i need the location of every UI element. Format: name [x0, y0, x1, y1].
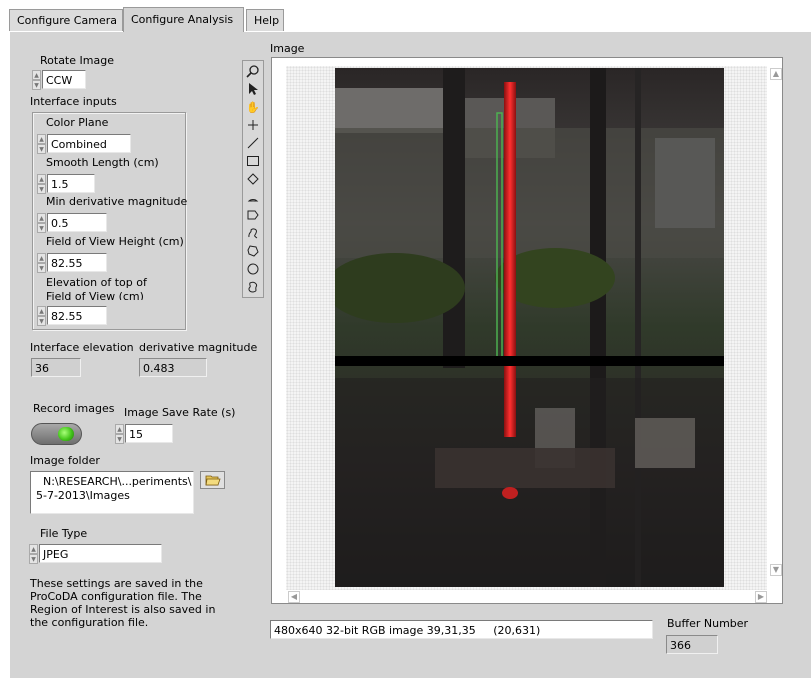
file-type-stepper[interactable]: ▲ ▼	[29, 544, 38, 564]
note-line: These settings are saved in the	[30, 577, 203, 590]
crosshair-icon[interactable]	[243, 115, 263, 135]
pan-hand-icon[interactable]: ✋	[243, 97, 263, 117]
file-type-field[interactable]: JPEG	[39, 544, 162, 563]
smooth-length-label: Smooth Length (cm)	[46, 156, 159, 169]
min-derivative-stepper[interactable]: ▲ ▼	[37, 213, 46, 233]
folder-browse-button[interactable]	[200, 471, 225, 489]
color-plane-label: Color Plane	[46, 116, 109, 129]
settings-note: These settings are saved in the ProCoDA …	[30, 577, 215, 629]
elevation-top-label-line1: Elevation of top of	[46, 276, 147, 289]
image-tool-palette: ✋	[242, 60, 264, 298]
record-images-toggle[interactable]	[31, 423, 82, 445]
image-folder-line2: 5-7-2013\Images	[36, 489, 130, 502]
elevation-top-field[interactable]: 82.55	[47, 306, 107, 325]
image-save-rate-stepper[interactable]: ▲ ▼	[115, 424, 124, 444]
interface-inputs-label: Interface inputs	[30, 95, 117, 108]
fov-height-field[interactable]: 82.55	[47, 253, 107, 272]
vertical-scrollbar[interactable]: ▲ ▼	[769, 66, 782, 590]
rectangle-tool-icon[interactable]	[243, 151, 263, 171]
note-line: ProCoDA configuration file. The	[30, 590, 202, 603]
image-display[interactable]: ▲ ▼ ◀ ▶	[271, 57, 783, 604]
record-led	[58, 427, 74, 441]
buffer-number-indicator: 366	[666, 635, 718, 654]
image-folder-line1: N:\RESEARCH\...periments\	[43, 475, 192, 488]
polygon-tool-icon[interactable]	[243, 241, 263, 261]
broken-line-icon[interactable]	[243, 205, 263, 225]
min-derivative-label: Min derivative magnitude	[46, 195, 188, 208]
buffer-number-label: Buffer Number	[667, 617, 749, 630]
horizontal-scrollbar[interactable]: ◀ ▶	[286, 590, 769, 603]
rotate-image-field[interactable]: CCW	[42, 70, 86, 89]
elevation-top-stepper[interactable]: ▲ ▼	[37, 306, 46, 326]
line-tool-icon[interactable]	[243, 133, 263, 153]
fov-height-label: Field of View Height (cm)	[46, 235, 184, 248]
scroll-up-arrow[interactable]: ▲	[770, 68, 782, 80]
rotate-image-label: Rotate Image	[40, 54, 114, 67]
oval-tool-icon[interactable]	[243, 259, 263, 279]
image-folder-label: Image folder	[30, 454, 100, 467]
color-plane-field[interactable]: Combined	[47, 134, 131, 153]
derivative-magnitude-label: derivative magnitude	[139, 341, 258, 354]
rotate-image-stepper[interactable]: ▲ ▼	[32, 70, 41, 90]
tab-configure-camera[interactable]: Configure Camera	[9, 9, 123, 31]
annulus-tool-icon[interactable]	[243, 187, 263, 207]
derivative-magnitude-indicator: 0.483	[139, 358, 207, 377]
tab-configure-analysis[interactable]: Configure Analysis	[123, 7, 244, 33]
scroll-right-arrow[interactable]: ▶	[755, 591, 767, 603]
image-folder-field[interactable]: N:\RESEARCH\...periments\ 5-7-2013\Image…	[30, 471, 194, 514]
pointer-icon[interactable]	[243, 79, 263, 99]
image-save-rate-field[interactable]: 15	[125, 424, 173, 443]
scroll-down-arrow[interactable]: ▼	[770, 564, 782, 576]
note-line: Region of Interest is also saved in	[30, 603, 216, 616]
smooth-length-field[interactable]: 1.5	[47, 174, 95, 193]
image-status-bar: 480x640 32-bit RGB image 39,31,35 (20,63…	[270, 620, 653, 639]
freehand-region-icon[interactable]	[243, 277, 263, 297]
record-images-label: Record images	[33, 402, 115, 415]
tab-help[interactable]: Help	[246, 9, 284, 31]
smooth-length-stepper[interactable]: ▲ ▼	[37, 174, 46, 194]
image-label: Image	[270, 42, 305, 55]
open-folder-icon	[205, 475, 221, 486]
fov-height-stepper[interactable]: ▲ ▼	[37, 253, 46, 273]
freehand-line-icon[interactable]	[243, 223, 263, 243]
interface-elevation-indicator: 36	[31, 358, 81, 377]
file-type-label: File Type	[40, 527, 88, 540]
scroll-left-arrow[interactable]: ◀	[288, 591, 300, 603]
min-derivative-field[interactable]: 0.5	[47, 213, 107, 232]
zoom-icon[interactable]	[243, 61, 263, 81]
color-plane-stepper[interactable]: ▲ ▼	[37, 134, 46, 154]
elevation-top-label-line2: Field of View (cm)	[46, 290, 144, 300]
camera-image	[335, 68, 724, 587]
interface-elevation-label: Interface elevation	[30, 341, 134, 354]
note-line: the configuration file.	[30, 616, 149, 629]
image-save-rate-label: Image Save Rate (s)	[124, 406, 236, 419]
rotated-rect-icon[interactable]	[243, 169, 263, 189]
